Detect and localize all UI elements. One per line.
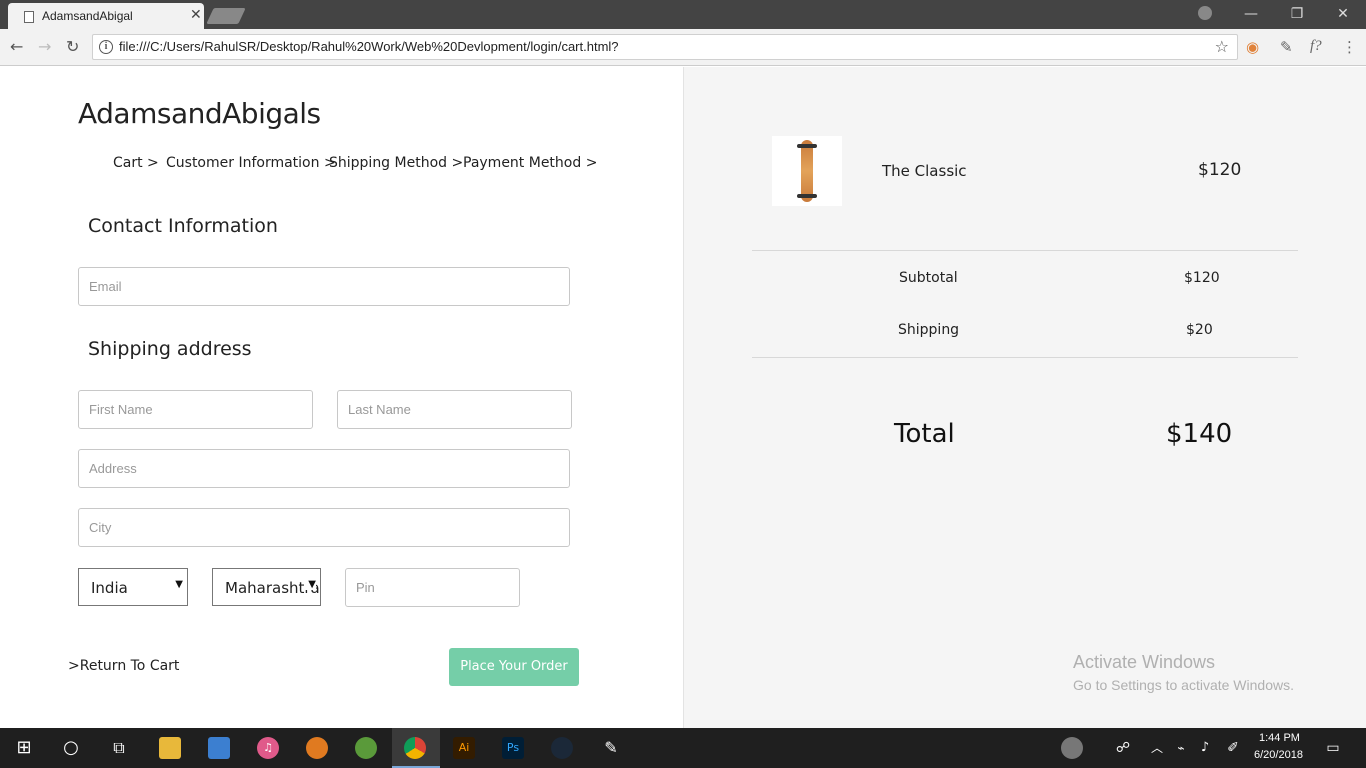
country-value: India — [91, 579, 128, 597]
bookmark-star-icon[interactable]: ☆ — [1215, 37, 1229, 56]
illustrator-icon[interactable]: Ai — [453, 737, 475, 759]
breadcrumb-payment-method[interactable]: Payment Method > — [463, 155, 597, 171]
extension-picker-icon[interactable]: ✎ — [1280, 38, 1293, 56]
pen-icon[interactable]: ✐ — [1222, 737, 1244, 759]
contact-information-heading: Contact Information — [88, 215, 278, 237]
network-icon[interactable]: ⌁ — [1170, 737, 1192, 759]
product-name: The Classic — [882, 162, 967, 180]
photoshop-icon[interactable]: Ps — [502, 737, 524, 759]
close-window-icon[interactable]: ✕ — [1320, 2, 1366, 28]
summary-divider-bottom — [752, 357, 1298, 358]
browser-tab[interactable]: AdamsandAbigal ✕ — [8, 3, 204, 30]
tab-close-icon[interactable]: ✕ — [190, 7, 202, 23]
page-icon — [24, 11, 34, 23]
cortana-icon[interactable]: ○ — [60, 737, 82, 759]
city-field[interactable]: City — [78, 508, 570, 547]
checkout-form-panel: AdamsandAbigals Cart > Customer Informat… — [0, 67, 683, 728]
info-icon[interactable]: i — [99, 40, 113, 54]
profile-icon[interactable] — [1198, 6, 1212, 20]
notification-icon[interactable]: ▭ — [1322, 737, 1344, 759]
menu-icon[interactable]: ⋮ — [1342, 38, 1357, 56]
total-label: Total — [894, 419, 955, 449]
volume-icon[interactable]: ♪ — [1194, 737, 1216, 759]
country-dropdown-icon: ▼ — [171, 579, 183, 590]
skateboard-image — [797, 140, 817, 202]
browser-tab-bar: AdamsandAbigal ✕ — ❐ ✕ — [0, 0, 1366, 30]
itunes-icon[interactable]: ♫ — [257, 737, 279, 759]
breadcrumb-shipping-method[interactable]: Shipping Method > — [329, 155, 463, 171]
tray-date[interactable]: 6/20/2018 — [1254, 749, 1303, 761]
order-summary-panel: The Classic $120 Subtotal $120 Shipping … — [684, 67, 1366, 728]
shipping-value: $20 — [1186, 322, 1213, 338]
address-bar[interactable]: i file:///C:/Users/RahulSR/Desktop/Rahul… — [92, 34, 1238, 60]
shipping-address-heading: Shipping address — [88, 338, 252, 360]
tray-chevron-icon[interactable]: ︿ — [1146, 737, 1168, 759]
minimize-icon[interactable]: — — [1228, 2, 1274, 28]
email-field[interactable]: Email — [78, 267, 570, 306]
task-view-icon[interactable]: ⧉ — [108, 737, 130, 759]
reload-icon[interactable]: ↻ — [66, 37, 79, 56]
product-price: $120 — [1198, 160, 1242, 180]
steam-icon[interactable] — [551, 737, 573, 759]
store-title: AdamsandAbigals — [78, 97, 321, 130]
new-tab-button[interactable] — [206, 8, 246, 24]
blender-icon[interactable] — [306, 737, 328, 759]
state-select[interactable]: Maharashtra ▼ — [212, 568, 321, 606]
chrome-icon[interactable] — [404, 737, 426, 759]
code-editor-icon[interactable]: ✎ — [600, 737, 622, 759]
return-to-cart-link[interactable]: >Return To Cart — [68, 658, 179, 674]
tray-time[interactable]: 1:44 PM — [1259, 732, 1300, 744]
windows-start-icon[interactable]: ⊞ — [13, 737, 35, 759]
shipping-label: Shipping — [898, 322, 960, 338]
android-studio-icon[interactable] — [355, 737, 377, 759]
subtotal-label: Subtotal — [899, 270, 958, 286]
store-icon[interactable] — [208, 737, 230, 759]
activate-windows-title: Activate Windows — [1073, 652, 1216, 672]
tab-title: AdamsandAbigal — [42, 9, 133, 23]
summary-divider-top — [752, 250, 1298, 251]
people-icon[interactable]: ☍ — [1112, 737, 1134, 759]
state-dropdown-icon: ▼ — [304, 579, 316, 590]
back-icon[interactable]: ← — [10, 37, 23, 56]
windows-taskbar: ⊞ ○ ⧉ ♫ Ai Ps ✎ ☍ ︿ ⌁ ♪ ✐ 1:44 PM 6/20/2… — [0, 728, 1366, 768]
extension-font-icon[interactable]: f? — [1310, 38, 1322, 55]
place-order-button[interactable]: Place Your Order — [449, 648, 579, 686]
last-name-field[interactable]: Last Name — [337, 390, 572, 429]
browser-toolbar: ← → ↻ i file:///C:/Users/RahulSR/Desktop… — [0, 29, 1366, 66]
breadcrumb-cart[interactable]: Cart > — [113, 155, 159, 171]
subtotal-value: $120 — [1184, 270, 1220, 286]
country-select[interactable]: India ▼ — [78, 568, 188, 606]
pin-field[interactable]: Pin — [345, 568, 520, 607]
forward-icon[interactable]: → — [38, 37, 51, 56]
activate-windows-subtitle: Go to Settings to activate Windows. — [1073, 677, 1294, 693]
total-value: $140 — [1166, 419, 1233, 449]
product-thumbnail — [772, 136, 842, 206]
extension-color-icon[interactable]: ◉ — [1246, 38, 1259, 56]
restore-icon[interactable]: ❐ — [1274, 2, 1320, 28]
people-avatar-icon[interactable] — [1061, 737, 1083, 759]
breadcrumb-customer-information[interactable]: Customer Information > — [166, 155, 336, 171]
url-text[interactable]: file:///C:/Users/RahulSR/Desktop/Rahul%2… — [119, 39, 619, 54]
address-field[interactable]: Address — [78, 449, 570, 488]
first-name-field[interactable]: First Name — [78, 390, 313, 429]
file-explorer-icon[interactable] — [159, 737, 181, 759]
